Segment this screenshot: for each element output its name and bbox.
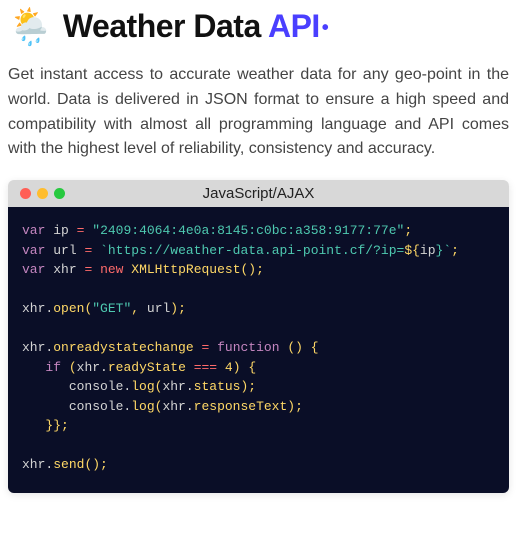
description-text: Get instant access to accurate weather d… — [8, 63, 509, 162]
title-main: Weather Data — [63, 8, 268, 44]
str-get: "GET" — [92, 301, 131, 316]
brace-close: }}; — [45, 418, 68, 433]
op-eqeq: === — [194, 360, 217, 375]
code-body[interactable]: var ip = "2409:4064:4e0a:8145:c0bc:a358:… — [8, 207, 509, 493]
ident-url: url — [147, 301, 170, 316]
tstr-url: `https://weather-data.api-point.cf/?ip= — [100, 243, 404, 258]
kw-var: var — [22, 243, 45, 258]
dot: . — [100, 360, 108, 375]
ident-xhr: xhr — [22, 340, 45, 355]
dot: . — [186, 379, 194, 394]
ident-xhr: xhr — [22, 457, 45, 472]
op-eq: = — [84, 262, 92, 277]
op-eq: = — [77, 223, 85, 238]
comma: , — [131, 301, 139, 316]
ident-xhr: xhr — [162, 379, 185, 394]
str-ip: "2409:4064:4e0a:8145:c0bc:a358:9177:77e" — [92, 223, 404, 238]
fn-open: open — [53, 301, 84, 316]
parens: (); — [241, 262, 264, 277]
parens: (); — [84, 457, 107, 472]
tstr-close: }` — [436, 243, 452, 258]
ident-console: console — [69, 379, 124, 394]
paren-close: ); — [240, 379, 256, 394]
brace-open: { — [311, 340, 319, 355]
prop-status: status — [194, 379, 241, 394]
dot: . — [186, 399, 194, 414]
title-api: API — [268, 8, 320, 44]
code-window: JavaScript/AJAX var ip = "2409:4064:4e0a… — [8, 180, 509, 493]
fn-log: log — [131, 379, 154, 394]
weather-icon: 🌦️ — [8, 9, 53, 45]
ident-url: url — [53, 243, 76, 258]
paren-close: ); — [287, 399, 303, 414]
ident-xhr: xhr — [77, 360, 100, 375]
code-window-header: JavaScript/AJAX — [8, 180, 509, 207]
kw-if: if — [45, 360, 61, 375]
kw-var: var — [22, 262, 45, 277]
parens: () — [287, 340, 303, 355]
ident-xhr: xhr — [53, 262, 76, 277]
ident-console: console — [69, 399, 124, 414]
kw-function: function — [217, 340, 279, 355]
page-title: Weather Data API• — [63, 8, 328, 45]
ident-ip: ip — [53, 223, 69, 238]
op-eq: = — [201, 340, 209, 355]
brace-open: { — [248, 360, 256, 375]
prop-readystate: readyState — [108, 360, 186, 375]
prop-orsc: onreadystatechange — [53, 340, 193, 355]
semi: ; — [451, 243, 459, 258]
num-4: 4 — [225, 360, 233, 375]
interp-open: ${ — [404, 243, 420, 258]
page-header: 🌦️ Weather Data API• — [8, 8, 509, 45]
paren-close: ) — [233, 360, 241, 375]
paren-close: ); — [170, 301, 186, 316]
kw-new: new — [100, 262, 123, 277]
kw-var: var — [22, 223, 45, 238]
prop-responsetext: responseText — [194, 399, 288, 414]
ident-xhr: xhr — [162, 399, 185, 414]
op-eq: = — [84, 243, 92, 258]
paren-open: ( — [69, 360, 77, 375]
cls-xhr: XMLHttpRequest — [131, 262, 240, 277]
code-window-title: JavaScript/AJAX — [8, 185, 509, 202]
fn-send: send — [53, 457, 84, 472]
semi: ; — [404, 223, 412, 238]
title-dot: • — [322, 17, 329, 39]
ident-xhr: xhr — [22, 301, 45, 316]
interp-ip: ip — [420, 243, 436, 258]
fn-log: log — [131, 399, 154, 414]
